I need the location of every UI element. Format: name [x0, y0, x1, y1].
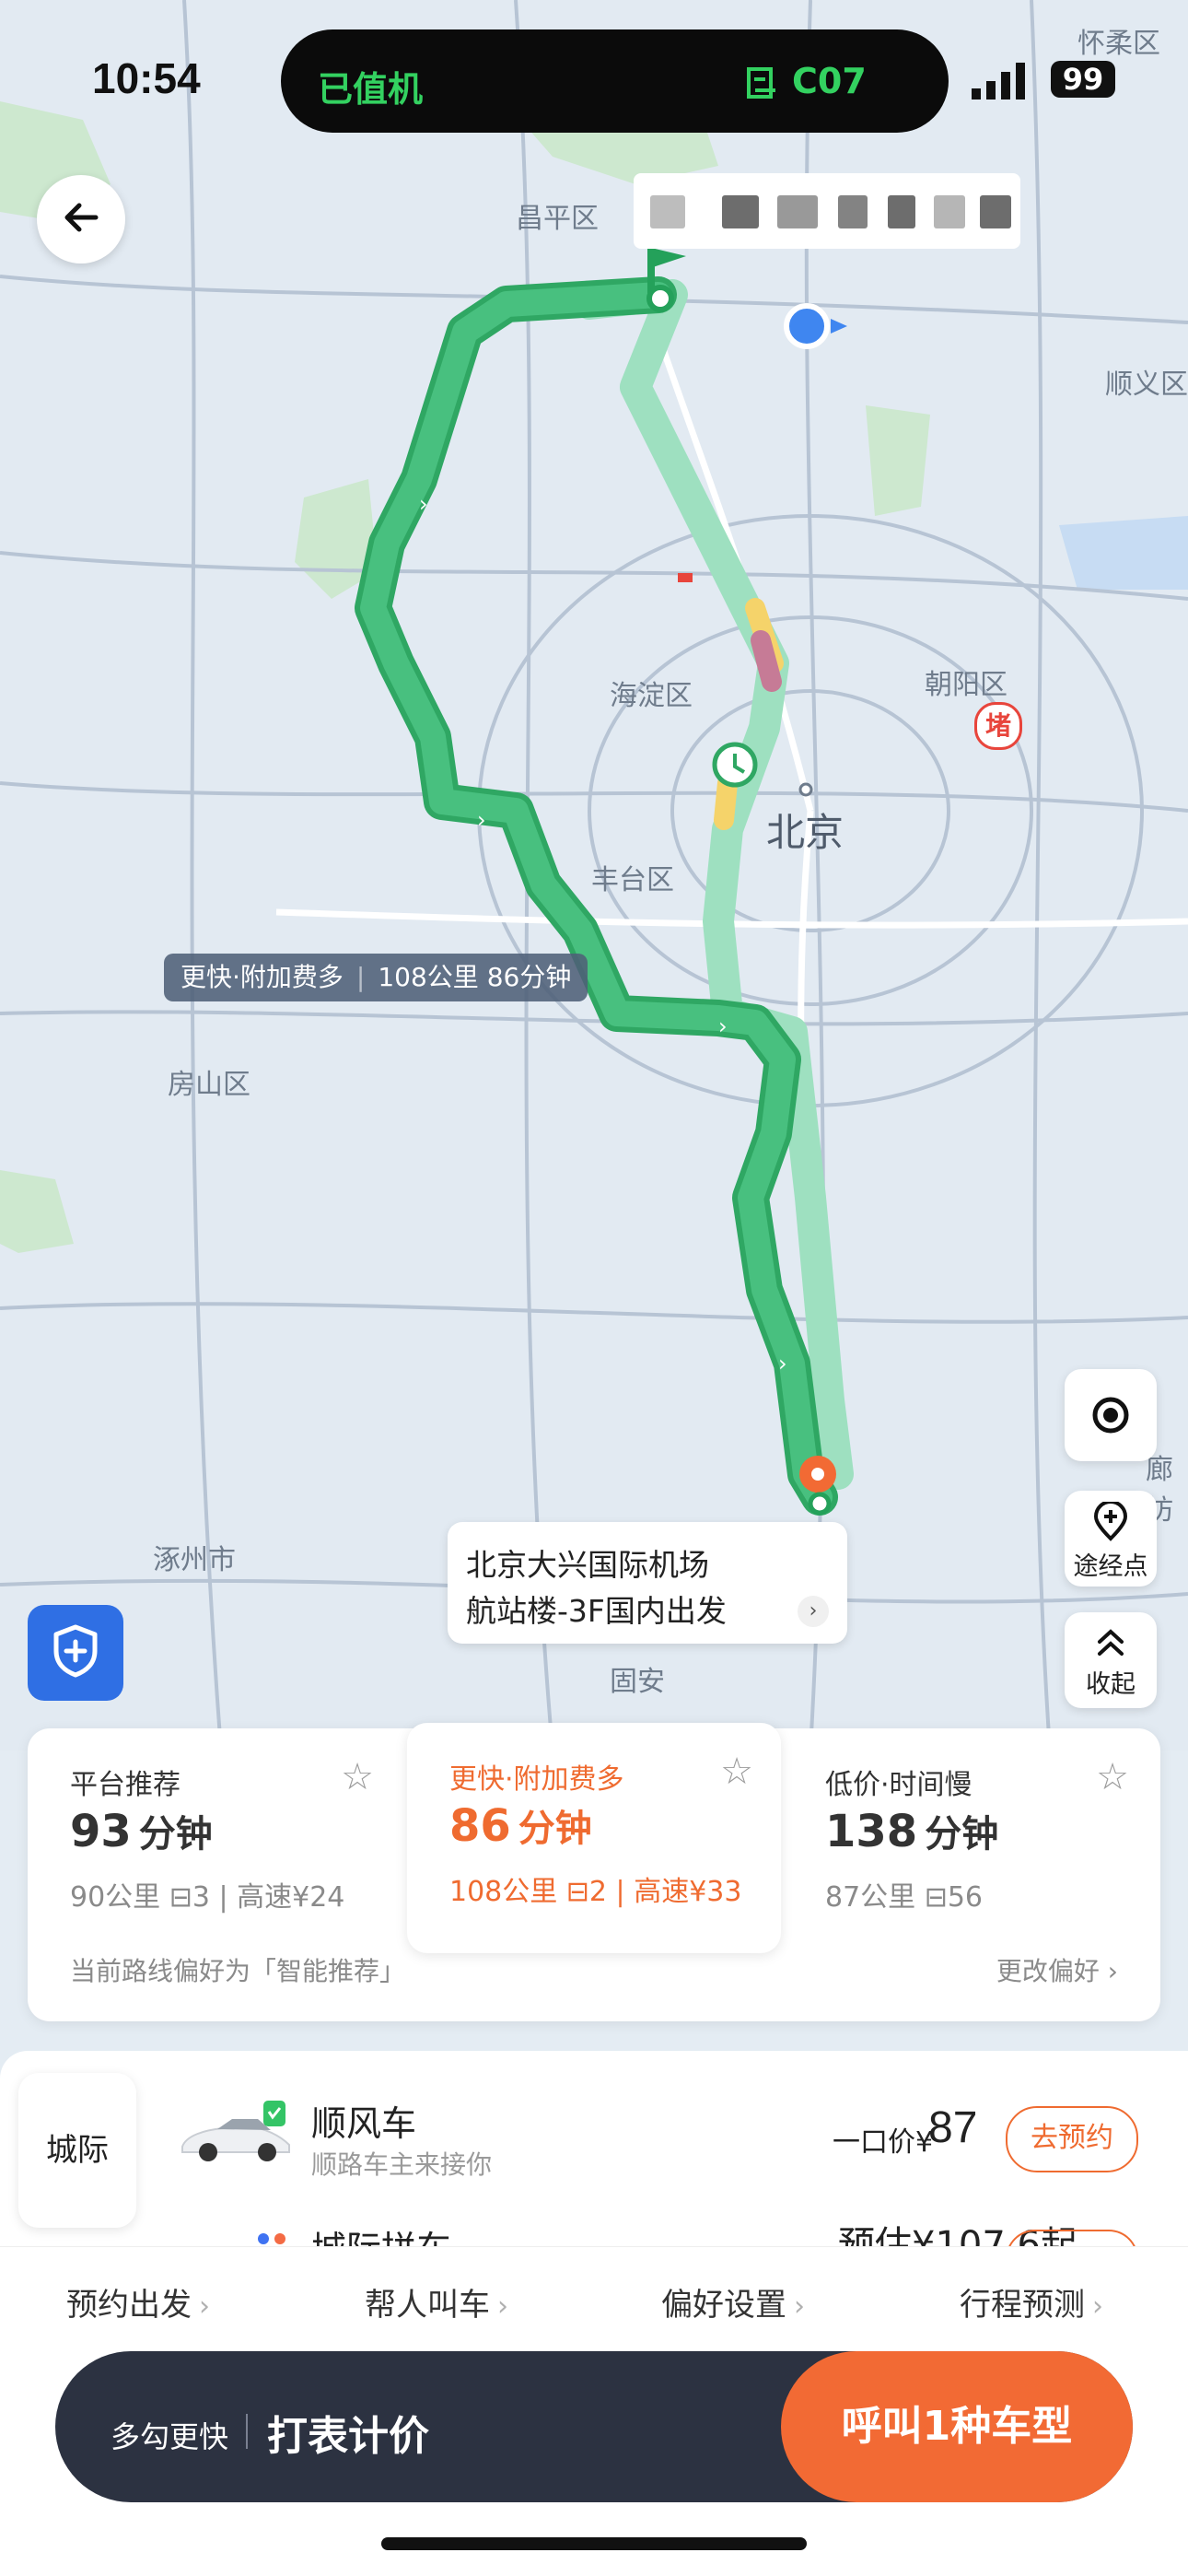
svg-text:›: ›	[419, 491, 428, 517]
status-time: 10:54	[92, 54, 201, 102]
route-option-time: 93 分钟	[70, 1806, 213, 1857]
tab-intercity[interactable]: 城际	[18, 2073, 136, 2228]
locate-icon	[1065, 1369, 1157, 1439]
gate-number: C07	[792, 61, 867, 101]
traffic-jam-badge[interactable]: 堵	[974, 702, 1022, 750]
destination-name: 北京大兴国际机场	[466, 1547, 709, 1583]
meter-fare-button[interactable]: 打表计价	[267, 2403, 429, 2462]
route-option-meta: 90公里 ⊟3 | 高速¥24	[70, 1881, 345, 1914]
district-label: 房山区	[168, 1069, 250, 1101]
route-option-time: 138 分钟	[825, 1806, 999, 1857]
route-preference-note: 当前路线偏好为「智能推荐」	[70, 1956, 406, 1986]
district-label: 固安	[610, 1666, 665, 1698]
add-waypoint-icon	[1065, 1491, 1157, 1546]
toolbar-call-for-others[interactable]: 帮人叫车 ›	[365, 2279, 508, 2324]
shield-icon	[51, 1623, 100, 1682]
route-options-panel: 平台推荐 ☆ 93 分钟 90公里 ⊟3 | 高速¥24 更快·附加费多 ☆ 86…	[28, 1723, 1160, 2021]
divider	[246, 2414, 248, 2449]
signal-icon	[972, 63, 1029, 103]
route-tip[interactable]: 更快·附加费多 | 108公里 86分钟	[164, 954, 588, 1001]
destination-card[interactable]: 北京大兴国际机场 航站楼-3F国内出发 ›	[448, 1522, 847, 1644]
multi-select-hint: 多勾更快	[111, 2419, 229, 2454]
route-option-recommended[interactable]: 平台推荐 ☆ 93 分钟 90公里 ⊟3 | 高速¥24	[28, 1728, 402, 1950]
route-tip-label: 更快·附加费多	[181, 962, 344, 992]
route-option-meta: 108公里 ⊟2 | 高速¥33	[449, 1876, 742, 1908]
district-label: 怀柔区	[1077, 28, 1160, 60]
star-icon[interactable]: ☆	[720, 1751, 753, 1793]
ride-dot-icon	[274, 2233, 285, 2244]
collapse-button[interactable]: 收起	[1065, 1612, 1157, 1708]
chevron-right-icon: ›	[199, 2290, 210, 2323]
svg-text:›: ›	[718, 1013, 728, 1039]
district-label: 顺义区	[1105, 369, 1188, 401]
destination-detail: 航站楼-3F国内出发	[466, 1593, 727, 1629]
gate-icon	[744, 64, 781, 105]
change-preference-link[interactable]: 更改偏好 ›	[996, 1951, 1118, 1988]
collapse-label: 收起	[1086, 1670, 1136, 1699]
district-label: 海淀区	[610, 680, 693, 712]
call-car-button[interactable]: 呼叫1种车型	[781, 2351, 1133, 2502]
route-option-label: 更快·附加费多	[449, 1763, 624, 1796]
route-option-label: 平台推荐	[70, 1769, 181, 1801]
home-indicator	[381, 2537, 807, 2550]
chevron-up-double-icon	[1065, 1612, 1157, 1664]
district-label: 涿州市	[153, 1544, 236, 1576]
star-icon[interactable]: ☆	[1096, 1756, 1129, 1798]
svg-text:›: ›	[477, 807, 486, 833]
map[interactable]: › › › › 怀柔区 昌平区 顺义区 海淀区 朝阳区 丰台区 房山区 涿州市 固安…	[0, 0, 1188, 1751]
ride-price: 87	[928, 2103, 978, 2152]
battery-indicator: 99	[1051, 61, 1115, 98]
ride-price-prefix: 一口价¥	[833, 2126, 934, 2159]
chevron-right-icon: ›	[497, 2290, 508, 2323]
back-button[interactable]	[37, 175, 125, 263]
chevron-right-icon: ›	[1092, 2290, 1103, 2323]
toolbar-preferences[interactable]: 偏好设置 ›	[661, 2279, 805, 2324]
ride-name: 顺风车	[311, 2103, 417, 2144]
reserve-button[interactable]: 去预约	[1006, 2106, 1138, 2172]
route-tip-duration: 86分钟	[486, 962, 572, 992]
city-label: 北京	[766, 810, 844, 855]
district-label: 丰台区	[591, 864, 674, 896]
ride-subtitle: 顺路车主来接你	[311, 2149, 493, 2180]
toolbar-trip-forecast[interactable]: 行程预测 ›	[960, 2279, 1103, 2324]
toolbar-reserve-departure[interactable]: 预约出发 ›	[66, 2279, 210, 2324]
carpool-car-icon	[177, 2099, 297, 2165]
safety-button[interactable]	[28, 1605, 123, 1701]
chevron-right-icon: ›	[798, 1596, 829, 1627]
ride-dot-icon	[258, 2233, 269, 2244]
chevron-right-icon: ›	[794, 2290, 805, 2323]
route-option-cheaper[interactable]: 低价·时间慢 ☆ 138 分钟 87公里 ⊟56	[783, 1728, 1157, 1950]
svg-text:›: ›	[778, 1351, 787, 1376]
route-tip-distance: 108公里	[378, 962, 479, 992]
route-option-faster[interactable]: 更快·附加费多 ☆ 86 分钟 108公里 ⊟2 | 高速¥33	[407, 1723, 781, 1953]
waypoint-button[interactable]: 途经点	[1065, 1491, 1157, 1587]
star-icon[interactable]: ☆	[341, 1756, 374, 1798]
district-label: 昌平区	[516, 203, 599, 235]
locate-button[interactable]	[1065, 1369, 1157, 1461]
arrow-left-icon	[61, 197, 101, 241]
route-option-label: 低价·时间慢	[825, 1769, 973, 1801]
district-label: 朝阳区	[925, 669, 1007, 701]
checkin-status: 已值机	[318, 69, 424, 110]
route-option-meta: 87公里 ⊟56	[825, 1881, 984, 1914]
waypoint-label: 途经点	[1073, 1552, 1148, 1581]
route-option-time: 86 分钟	[449, 1800, 592, 1852]
